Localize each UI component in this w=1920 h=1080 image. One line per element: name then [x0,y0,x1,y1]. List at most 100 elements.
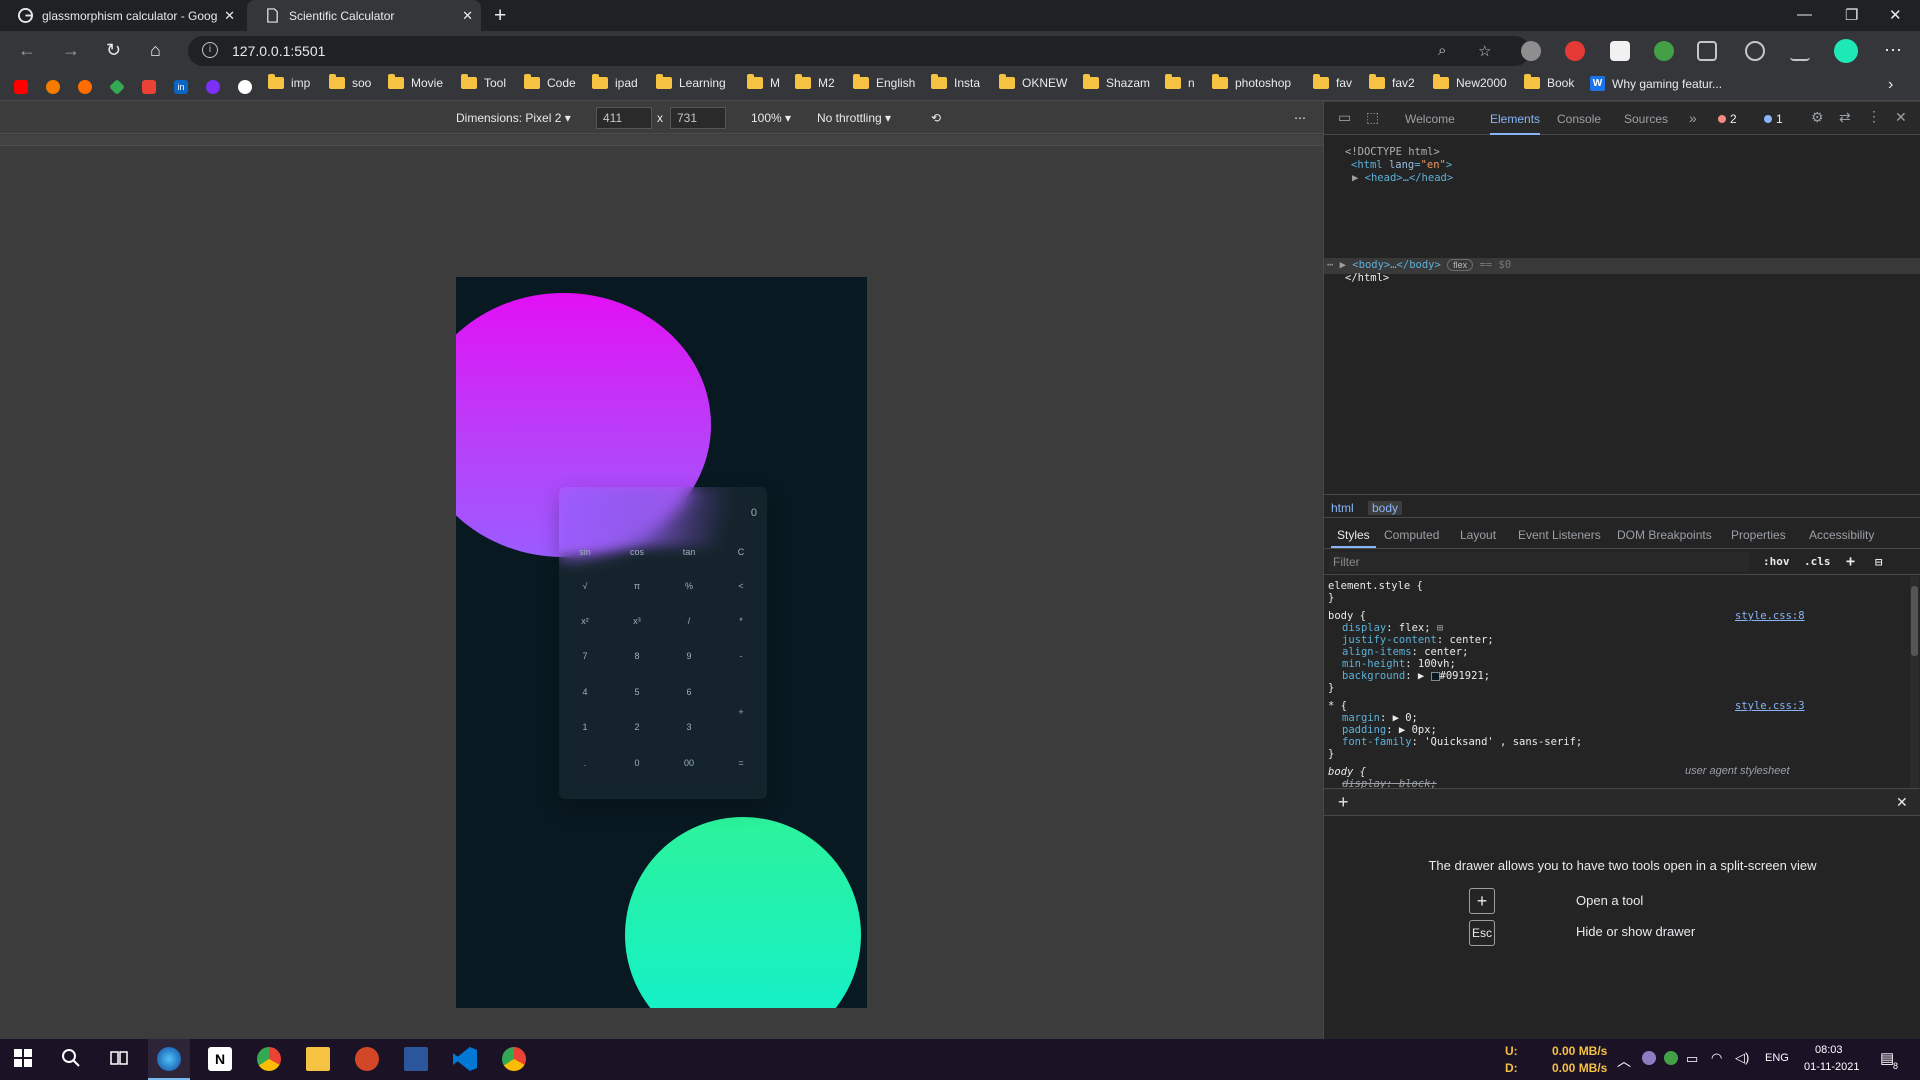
forward-icon[interactable]: → [62,40,80,61]
bookmark-folder-insta[interactable]: Insta [931,74,980,90]
language-indicator[interactable]: ENG [1765,1052,1789,1064]
inspect-icon[interactable]: ⬚ [1366,109,1379,126]
new-rule-icon[interactable]: + [1846,552,1855,570]
bookmark-folder-english[interactable]: English [853,74,915,90]
dom-head-node[interactable]: ▶ <head>…</head> [1352,172,1453,184]
dom-doctype[interactable]: <!DOCTYPE html> [1345,146,1440,158]
notion-icon[interactable]: N [208,1047,232,1071]
calc-key[interactable]: % [663,581,715,591]
body-source-link[interactable]: style.css:8 [1735,610,1805,622]
windows-start-icon[interactable] [12,1047,36,1071]
calc-key[interactable]: 7 [559,651,611,661]
vscode-icon[interactable] [453,1047,477,1071]
styles-scrollbar[interactable] [1910,576,1919,788]
tab-console[interactable]: Console [1557,112,1601,126]
calc-key[interactable]: 1 [559,722,611,732]
breadcrumb-body[interactable]: body [1368,501,1403,515]
battery-icon[interactable]: ▭ [1686,1051,1698,1067]
prop-display[interactable]: display: flex; ⊞ [1342,622,1443,634]
tab-dom-breakpoints[interactable]: DOM Breakpoints [1617,528,1712,542]
download-icon[interactable] [1790,41,1810,61]
calc-key[interactable]: π [611,581,663,591]
calc-key[interactable]: √ [559,581,611,591]
bookmark-folder-oknew[interactable]: OKNEW [999,74,1067,90]
tab-styles[interactable]: Styles [1331,528,1376,548]
prop-font-family[interactable]: font-family: 'Quicksand' , sans-serif; [1342,736,1582,748]
menu-icon[interactable]: ⋯ [1884,40,1902,61]
body-selector[interactable]: body { [1328,610,1366,622]
bookmark-folder-imp[interactable]: imp [268,74,310,90]
device-toolbar-icon[interactable]: ▭ [1338,109,1351,126]
prop-align-items[interactable]: align-items: center; [1342,646,1468,658]
bookmark-icon[interactable] [46,80,60,94]
volume-icon[interactable]: ◁) [1735,1050,1749,1066]
prop-background[interactable]: background: ▶ #091921; [1342,670,1490,682]
breadcrumb-html[interactable]: html [1331,501,1354,515]
more-options-icon[interactable]: ⋮ [1867,108,1881,125]
info-count-badge[interactable]: 1 [1764,112,1783,126]
esc-key[interactable]: Esc [1469,920,1495,946]
ua-body-selector[interactable]: body { [1328,766,1366,778]
close-tab-icon[interactable]: ✕ [462,8,473,24]
bookmark-folder-soo[interactable]: soo [329,74,371,90]
calc-key[interactable]: - [715,651,767,661]
tab-elements[interactable]: Elements [1490,112,1541,135]
word-icon[interactable] [404,1047,428,1071]
clock-time[interactable]: 08:03 [1815,1044,1843,1056]
chrome-canary-icon[interactable] [502,1047,526,1071]
wifi-icon[interactable]: ◠ [1711,1050,1722,1066]
bookmark-folder-fav2[interactable]: fav2 [1369,74,1415,90]
tray-app-icon[interactable] [1664,1051,1678,1065]
prop-justify-content[interactable]: justify-content: center; [1342,634,1494,646]
back-icon[interactable]: ← [18,40,36,61]
history-icon[interactable] [1745,41,1765,61]
tray-expand-icon[interactable]: ︿ [1617,1051,1631,1071]
search-icon[interactable] [60,1047,84,1071]
tab-computed[interactable]: Computed [1384,528,1439,542]
extension-icon[interactable] [1521,41,1541,61]
site-info-icon[interactable]: i [202,42,218,58]
gmail-icon[interactable] [142,80,156,94]
tray-app-icon[interactable] [1642,1051,1656,1065]
scroll-thumb[interactable] [1911,586,1918,656]
width-input[interactable]: 411 [596,107,652,129]
chrome-icon[interactable] [257,1047,281,1071]
restore-icon[interactable]: ❐ [1845,6,1858,24]
sidebar-toggle-icon[interactable]: ⊟ [1875,555,1882,569]
tab-scientific-calculator[interactable]: Scientific Calculator ✕ [247,0,481,31]
calc-key[interactable]: < [715,581,767,591]
settings-gear-icon[interactable]: ⚙ [1811,109,1824,126]
tab-glassmorphism-search[interactable]: glassmorphism calculator - Goog ✕ [0,0,243,31]
bookmark-folder-m[interactable]: M [747,74,780,90]
calc-key[interactable]: tan [663,547,715,557]
bookmark-folder-fav[interactable]: fav [1313,74,1352,90]
throttling-select[interactable]: No throttling ▾ [817,111,891,125]
bookmark-folder-photoshop[interactable]: photoshop [1212,74,1291,90]
class-toggle[interactable]: .cls [1804,555,1831,568]
bookmark-icon[interactable] [206,80,220,94]
bookmark-folder-m2[interactable]: M2 [795,74,835,90]
minimize-icon[interactable]: — [1797,6,1812,23]
prop-padding[interactable]: padding: ▶ 0px; [1342,724,1437,736]
bookmark-icon[interactable] [238,80,252,94]
tab-sources[interactable]: Sources [1624,112,1668,126]
close-devtools-icon[interactable]: ✕ [1895,109,1907,126]
bookmark-folder-n[interactable]: n [1165,74,1195,90]
close-tab-icon[interactable]: ✕ [224,8,235,24]
element-style-rule[interactable]: element.style { [1328,580,1423,592]
bookmark-star-icon[interactable]: ☆ [1478,42,1491,60]
universal-selector[interactable]: * { [1328,700,1347,712]
address-bar[interactable]: i 127.0.0.1:5501 ⌕ ☆ [188,36,1530,66]
zoom-select[interactable]: 100% ▾ [751,111,791,125]
close-window-icon[interactable]: ✕ [1889,6,1902,24]
bookmark-why-gaming[interactable]: W Why gaming featur... [1590,76,1722,91]
youtube-icon[interactable] [14,80,28,94]
extension-icon[interactable] [1565,41,1585,61]
powerpoint-icon[interactable] [355,1047,379,1071]
more-options-icon[interactable]: ⋯ [1294,111,1306,125]
ua-display-block[interactable]: display: block; [1342,778,1437,788]
bookmark-folder-movie[interactable]: Movie [388,74,443,90]
hover-state-toggle[interactable]: :hov [1763,555,1790,568]
bookmark-folder-shazam[interactable]: Shazam [1083,74,1150,90]
calc-key[interactable]: * [715,616,767,626]
